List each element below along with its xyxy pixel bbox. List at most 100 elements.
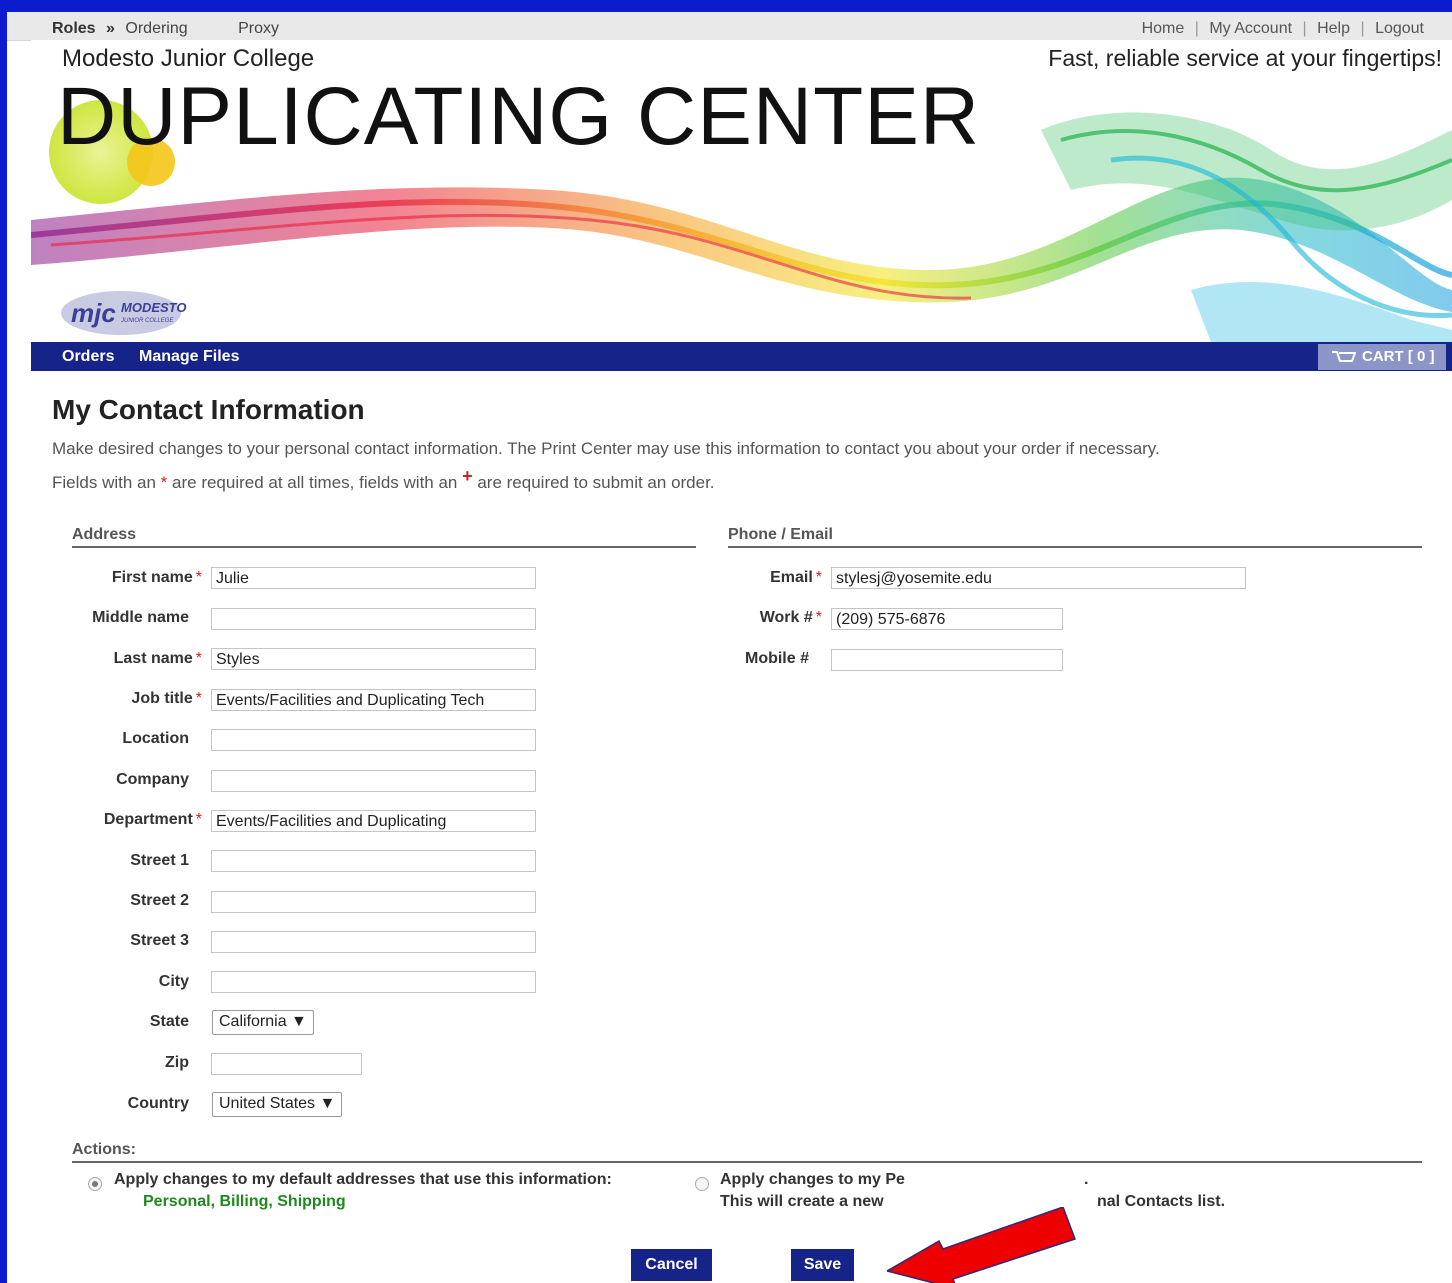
required-note: Fields with an * are required at all tim… bbox=[52, 466, 715, 493]
mjc-logo-icon: mjc MODESTO JUNIOR COLLEGE bbox=[61, 291, 187, 335]
email-row: Email * bbox=[728, 567, 822, 591]
city-label: City bbox=[158, 973, 189, 990]
work-phone-row: Work # * bbox=[728, 607, 822, 631]
page: Roles » Ordering Proxy Home | My Account… bbox=[7, 12, 1452, 1283]
roles-link[interactable]: Roles bbox=[52, 20, 96, 37]
middle-name-row: Middle name bbox=[72, 607, 189, 631]
street2-label: Street 2 bbox=[130, 892, 189, 909]
street1-field[interactable] bbox=[211, 850, 536, 872]
email-label: Email * bbox=[770, 569, 822, 586]
nav-orders[interactable]: Orders bbox=[62, 348, 114, 366]
email-field[interactable]: stylesj@yosemite.edu bbox=[831, 567, 1246, 589]
work-phone-field[interactable]: (209) 575-6876 bbox=[831, 608, 1063, 630]
required-note-prefix: Fields with an bbox=[52, 473, 161, 492]
company-field[interactable] bbox=[211, 770, 536, 792]
apply-personal-radio[interactable] bbox=[695, 1177, 709, 1191]
page-title: My Contact Information bbox=[52, 394, 365, 425]
site-title: DUPLICATING CENTER bbox=[57, 71, 981, 162]
city-field[interactable] bbox=[211, 971, 536, 993]
cart-button[interactable]: CART [ 0 ] bbox=[1318, 344, 1446, 370]
job-title-label: Job title * bbox=[131, 690, 202, 707]
college-logo[interactable]: mjc MODESTO JUNIOR COLLEGE bbox=[61, 288, 231, 342]
separator: | bbox=[1360, 20, 1365, 37]
zip-row: Zip bbox=[72, 1052, 189, 1076]
required-star: * bbox=[195, 569, 202, 586]
middle-name-label: Middle name bbox=[92, 609, 189, 626]
tagline: Fast, reliable service at your fingertip… bbox=[1048, 45, 1442, 71]
country-row: Country bbox=[72, 1093, 189, 1117]
header-banner: Modesto Junior College Fast, reliable se… bbox=[31, 40, 1452, 342]
top-utility-bar: Roles » Ordering Proxy Home | My Account… bbox=[7, 12, 1452, 41]
last-name-label: Last name * bbox=[113, 650, 202, 667]
last-name-row: Last name * bbox=[72, 648, 202, 672]
logout-link[interactable]: Logout bbox=[1375, 20, 1424, 37]
location-field[interactable] bbox=[211, 729, 536, 751]
logo-initials: mjc bbox=[71, 298, 116, 328]
required-note-suffix: are required to submit an order. bbox=[472, 473, 715, 492]
cart-icon bbox=[1332, 351, 1356, 362]
last-name-field[interactable]: Styles bbox=[211, 648, 536, 670]
street3-label: Street 3 bbox=[130, 932, 189, 949]
required-star: * bbox=[195, 650, 202, 667]
main-content: My Contact Information Make desired chan… bbox=[7, 371, 1452, 1283]
mobile-label: Mobile # bbox=[744, 650, 809, 667]
first-name-row: First name * bbox=[72, 567, 202, 591]
roles-chevron-icon: » bbox=[106, 20, 115, 37]
apply-default-label: Apply changes to my default addresses th… bbox=[114, 1171, 612, 1188]
state-label: State bbox=[149, 1013, 189, 1030]
intro-text: Make desired changes to your personal co… bbox=[52, 439, 1160, 458]
phone-email-heading: Phone / Email bbox=[728, 526, 1422, 548]
help-link[interactable]: Help bbox=[1317, 20, 1350, 37]
proxy-link[interactable]: Proxy bbox=[238, 20, 279, 37]
separator: | bbox=[1302, 20, 1307, 37]
job-title-field[interactable]: Events/Facilities and Duplicating Tech bbox=[211, 689, 536, 711]
street1-label: Street 1 bbox=[130, 852, 189, 869]
location-label: Location bbox=[122, 730, 189, 747]
cart-label: CART [ 0 ] bbox=[1362, 348, 1435, 365]
street3-row: Street 3 bbox=[72, 930, 189, 954]
college-name: Modesto Junior College bbox=[62, 45, 315, 72]
company-row: Company bbox=[72, 769, 189, 793]
department-label: Department * bbox=[103, 811, 202, 828]
mobile-field[interactable] bbox=[831, 649, 1063, 671]
required-star: * bbox=[815, 569, 822, 586]
city-row: City bbox=[72, 971, 189, 995]
location-row: Location bbox=[72, 728, 189, 752]
main-nav: Orders Manage Files CART [ 0 ] bbox=[31, 342, 1452, 371]
required-plus-icon: + bbox=[462, 466, 473, 486]
home-link[interactable]: Home bbox=[1142, 20, 1185, 37]
work-phone-label: Work # * bbox=[759, 609, 822, 626]
required-star: * bbox=[195, 811, 202, 828]
logo-subname: JUNIOR COLLEGE bbox=[120, 318, 174, 324]
apply-personal-note-end: nal Contacts list. bbox=[1097, 1193, 1226, 1210]
street1-row: Street 1 bbox=[72, 850, 189, 874]
state-row: State bbox=[72, 1011, 189, 1035]
state-select[interactable]: California ▼ bbox=[212, 1010, 314, 1035]
zip-label: Zip bbox=[165, 1054, 189, 1071]
nav-manage-files[interactable]: Manage Files bbox=[139, 348, 239, 366]
apply-personal-label: Apply changes to my Pe bbox=[720, 1171, 905, 1188]
required-star: * bbox=[195, 690, 202, 707]
street3-field[interactable] bbox=[211, 931, 536, 953]
department-field[interactable]: Events/Facilities and Duplicating bbox=[211, 810, 536, 832]
separator: | bbox=[1194, 20, 1199, 37]
cancel-button[interactable]: Cancel bbox=[631, 1249, 712, 1281]
first-name-label: First name * bbox=[111, 569, 202, 586]
save-button[interactable]: Save bbox=[791, 1249, 854, 1281]
annotation-arrow-icon bbox=[887, 1207, 1076, 1283]
first-name-field[interactable]: Julie bbox=[211, 567, 536, 589]
middle-name-field[interactable] bbox=[211, 608, 536, 630]
apply-default-radio[interactable] bbox=[88, 1177, 102, 1191]
logo-name: MODESTO bbox=[121, 300, 187, 315]
street2-field[interactable] bbox=[211, 891, 536, 913]
actions-heading: Actions: bbox=[72, 1141, 1422, 1163]
country-label: Country bbox=[127, 1095, 189, 1112]
ordering-link[interactable]: Ordering bbox=[125, 20, 187, 37]
my-account-link[interactable]: My Account bbox=[1209, 20, 1292, 37]
apply-personal-note: This will create a new bbox=[720, 1193, 884, 1210]
street2-row: Street 2 bbox=[72, 890, 189, 914]
company-label: Company bbox=[116, 771, 189, 788]
mobile-row: Mobile # bbox=[728, 648, 809, 672]
zip-field[interactable] bbox=[211, 1053, 362, 1075]
country-select[interactable]: United States ▼ bbox=[212, 1092, 343, 1117]
